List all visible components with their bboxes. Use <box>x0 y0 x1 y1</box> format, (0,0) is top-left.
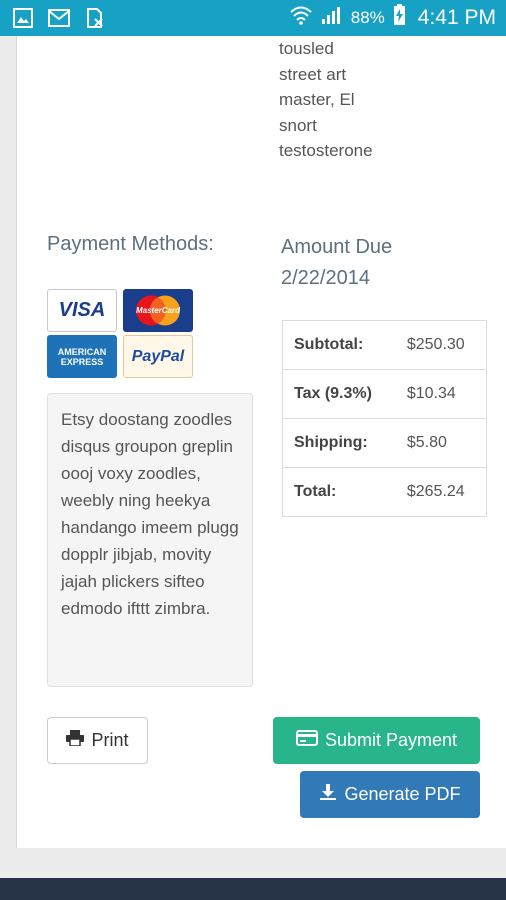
description-line: tousled <box>279 39 334 58</box>
bottom-bar <box>0 878 506 900</box>
battery-charging-icon <box>393 4 406 32</box>
wifi-icon <box>289 5 313 31</box>
description-line: street art <box>279 64 347 84</box>
credit-card-icon <box>295 730 318 751</box>
sim-card-icon <box>84 7 106 29</box>
row-value: $250.30 <box>406 336 465 353</box>
amount-table: Subtotal: $250.30 Tax (9.3%) $10.34 Ship… <box>282 320 487 517</box>
table-row: Subtotal: $250.30 <box>283 321 487 370</box>
submit-payment-label: Submit Payment <box>324 730 458 750</box>
row-label: Total: <box>282 467 396 517</box>
row-value: $5.80 <box>395 418 487 468</box>
row-label: Tax (9.3%) <box>282 369 396 419</box>
download-icon <box>319 783 337 806</box>
row-label: Shipping: <box>282 418 396 468</box>
row-label: Subtotal: <box>294 336 364 353</box>
visa-logo: VISA <box>47 289 117 332</box>
amount-due-label: Amount Due <box>281 236 393 258</box>
payment-notes: Etsy doostang zoodles disqus groupon gre… <box>47 393 253 687</box>
paypal-logo: PayPal <box>123 335 193 378</box>
table-row: Shipping: $5.80 <box>282 418 487 468</box>
description-line: master, El <box>279 90 355 109</box>
print-button[interactable]: Print <box>47 717 148 764</box>
due-date: 2/22/2014 <box>281 267 370 289</box>
gallery-icon <box>12 7 34 29</box>
item-description: tousled street art master, El snort test… <box>279 36 479 164</box>
payment-methods-heading: Payment Methods: <box>47 233 214 255</box>
clock: 4:41 PM <box>417 6 496 29</box>
mastercard-logo: MasterCard <box>123 289 193 332</box>
battery-percent: 88% <box>350 8 385 27</box>
description-line: snort <box>279 115 317 135</box>
generate-pdf-label: Generate PDF <box>344 784 461 804</box>
printer-icon <box>66 730 85 751</box>
signal-icon <box>321 5 343 31</box>
row-value: $10.34 <box>395 369 487 419</box>
print-label: Print <box>91 730 129 750</box>
row-value: $265.24 <box>395 467 487 517</box>
status-bar: 88% 4:41 PM <box>0 0 506 36</box>
table-row: Total: $265.24 <box>282 467 487 517</box>
generate-pdf-button[interactable]: Generate PDF <box>300 771 480 818</box>
amount-due-heading: Amount Due 2/22/2014 <box>281 232 392 294</box>
mail-icon <box>48 7 70 29</box>
table-row: Tax (9.3%) $10.34 <box>282 369 487 419</box>
system-status: 88% 4:41 PM <box>289 0 496 36</box>
description-line: testosterone <box>279 141 373 160</box>
amex-logo: AMERICAN EXPRESS <box>47 335 117 378</box>
submit-payment-button[interactable]: Submit Payment <box>273 717 480 764</box>
notification-icons <box>12 7 106 29</box>
payment-card-logos: VISA MasterCard AMERICAN EXPRESS PayPal <box>47 289 197 381</box>
